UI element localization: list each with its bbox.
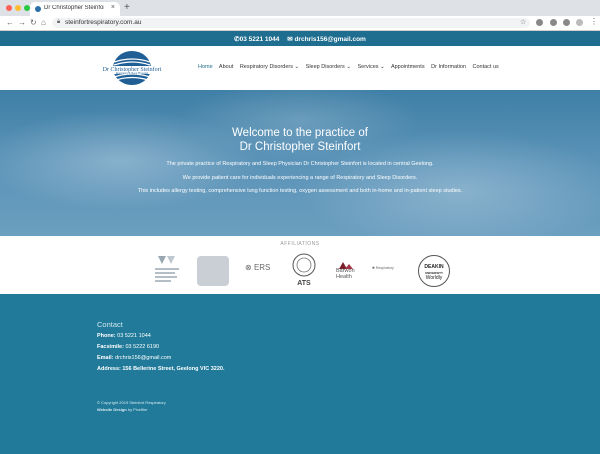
ers-icon: ⊗ <box>245 263 254 272</box>
lock-icon: 🔒︎ <box>57 19 61 25</box>
logo-emblem: Dr Christopher Steinfort Respiratory & S… <box>102 51 162 85</box>
extension-icon[interactable] <box>536 19 543 26</box>
footer-email: Email: drchris156@gmail.com <box>97 355 172 361</box>
browser-toolbar: ← → ↻ ⌂ 🔒︎ steinfortrespiratory.com.au ☆… <box>0 16 600 31</box>
ats-logo[interactable]: ATS <box>290 252 318 288</box>
address-bar[interactable]: 🔒︎ steinfortrespiratory.com.au <box>52 18 530 28</box>
top-contact-bar: ✆03 5221 1044 ✉ drchris156@gmail.com <box>0 31 600 46</box>
star-icon[interactable]: ☆ <box>520 18 526 26</box>
topbar-phone[interactable]: ✆03 5221 1044 <box>234 36 279 43</box>
affiliation-badge-logo[interactable] <box>197 256 229 286</box>
logo-tagline: Respiratory & Sleep Physician <box>116 72 149 75</box>
hero-paragraph: The private practice of Respiratory and … <box>166 161 434 167</box>
tsanz-logo[interactable] <box>152 254 182 288</box>
tab-title: Dr Christopher Steinfort Respira <box>44 5 104 11</box>
url-text[interactable]: steinfortrespiratory.com.au <box>65 19 141 26</box>
ats-seal-icon: ATS <box>292 253 316 287</box>
affiliations-section: AFFILIATIONS ⊗ ERS ATS Barwon Health ✺ R… <box>0 236 600 294</box>
affiliations-title: AFFILIATIONS <box>280 241 320 247</box>
ers-logo[interactable]: ⊗ ERS <box>245 263 270 272</box>
nav-appointments[interactable]: Appointments <box>391 64 425 70</box>
footer-fax: Facsimile: 03 5222 6190 <box>97 344 160 350</box>
nav-dr-information[interactable]: Dr Information <box>431 64 466 70</box>
browser-tab[interactable]: Dr Christopher Steinfort Respira × <box>30 2 120 16</box>
barwon-health-logo[interactable]: Barwon Health <box>336 258 360 286</box>
copyright-text: © Copyright 2019 Steinfort Respiratory <box>97 400 166 405</box>
nav-home[interactable]: Home <box>198 64 213 70</box>
browser-tab-strip: Dr Christopher Steinfort Respira × + <box>0 0 600 16</box>
deakin-university-logo[interactable]: DEAKIN UNIVERSITY Worldly <box>418 255 450 287</box>
site-logo[interactable]: Dr Christopher Steinfort Respiratory & S… <box>100 49 164 87</box>
nav-contact-us[interactable]: Contact us <box>473 64 499 70</box>
nav-services[interactable]: Services ⌄ <box>357 64 384 70</box>
hero-paragraph: This includes allergy testing, comprehen… <box>137 188 463 194</box>
svg-text:ATS: ATS <box>297 280 311 287</box>
respiratory-org-logo[interactable]: ✺ Respiratory <box>372 266 394 270</box>
minimize-window-button[interactable] <box>15 5 21 11</box>
tab-close-icon[interactable]: × <box>111 4 115 11</box>
website-design-credit: Website Design by Pixelfire <box>97 407 148 412</box>
profile-avatar[interactable] <box>576 19 583 26</box>
reload-icon[interactable]: ↻ <box>30 18 37 27</box>
extension-icon[interactable] <box>550 19 557 26</box>
footer-address: Address: 156 Bellerine Street, Geelong V… <box>97 366 225 372</box>
menu-icon[interactable]: ⋮ <box>590 17 598 26</box>
hero-banner: Welcome to the practice of Dr Christophe… <box>0 90 600 236</box>
tsanz-emblem <box>155 256 179 282</box>
hero-title: Welcome to the practice of Dr Christophe… <box>232 127 368 153</box>
footer-phone: Phone: 03 5221 1044 <box>97 333 151 339</box>
home-icon[interactable]: ⌂ <box>41 18 46 27</box>
new-tab-button[interactable]: + <box>124 2 130 13</box>
nav-respiratory-disorders[interactable]: Respiratory Disorders ⌄ <box>240 64 299 70</box>
nav-sleep-disorders[interactable]: Sleep Disorders ⌄ <box>306 64 351 70</box>
back-arrow-icon[interactable]: ← <box>6 18 14 27</box>
footer-heading: Contact <box>97 320 123 329</box>
main-navigation: Home About Respiratory Disorders ⌄ Sleep… <box>198 64 504 70</box>
topbar-email[interactable]: ✉ drchris156@gmail.com <box>287 36 366 43</box>
favicon-icon <box>35 6 41 12</box>
close-window-button[interactable] <box>6 5 12 11</box>
site-header: Dr Christopher Steinfort Respiratory & S… <box>0 46 600 90</box>
forward-arrow-icon[interactable]: → <box>18 18 26 27</box>
site-footer: Contact Phone: 03 5221 1044 Facsimile: 0… <box>0 294 600 454</box>
hero-paragraph: We provide patient care for individuals … <box>182 175 418 181</box>
extension-icon[interactable] <box>563 19 570 26</box>
nav-about[interactable]: About <box>219 64 233 70</box>
